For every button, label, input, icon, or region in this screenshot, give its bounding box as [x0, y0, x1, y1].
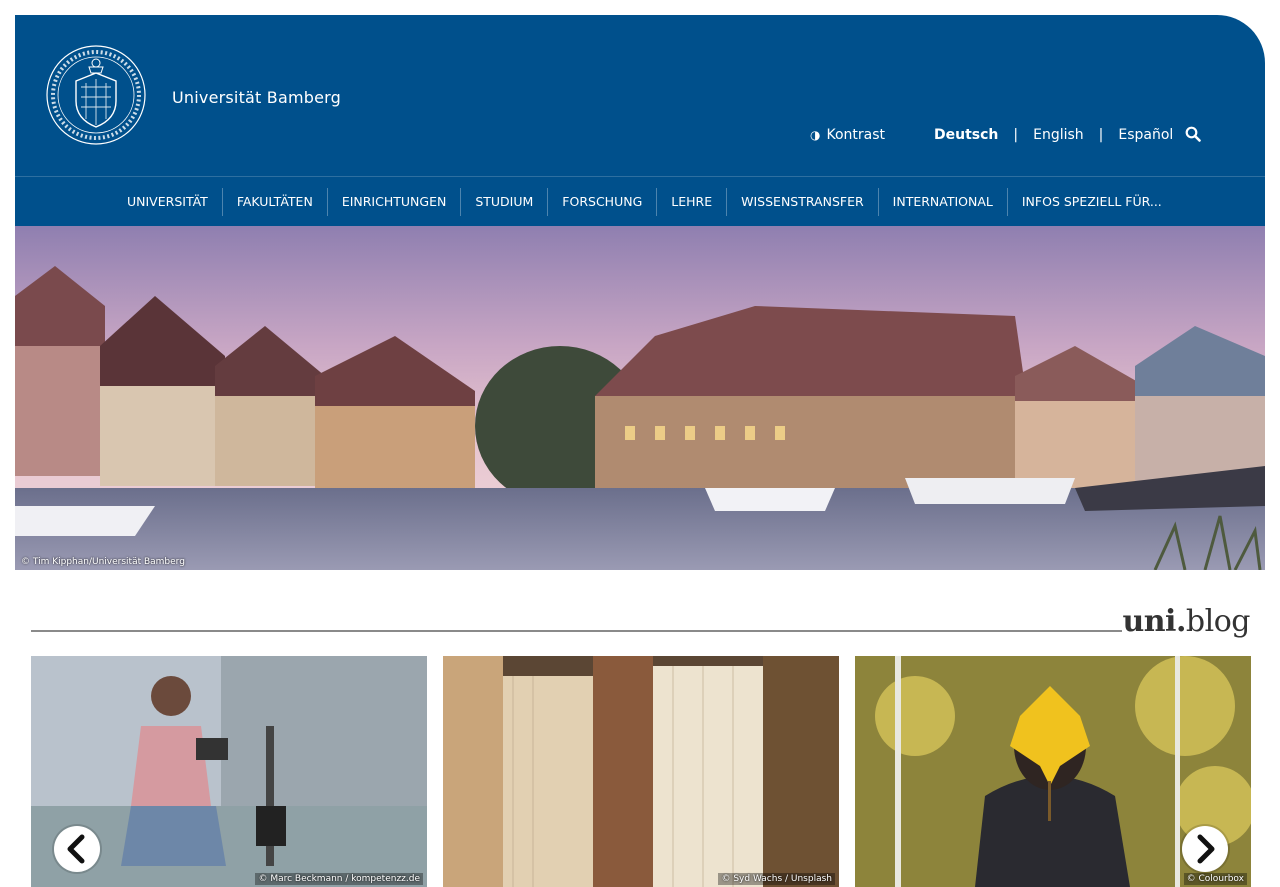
nav-item-wissenstransfer[interactable]: WISSENSTRANSFER [726, 187, 878, 216]
divider [31, 630, 1122, 632]
uni-blog-logo[interactable]: uni.blog [1122, 604, 1250, 639]
lang-deutsch[interactable]: Deutsch [934, 127, 998, 143]
lang-separator: | [1098, 127, 1104, 143]
blog-card-credit: © Syd Wachs / Unsplash [718, 873, 835, 885]
university-name[interactable]: Universität Bamberg [172, 88, 341, 107]
hero-image: © Tim Kipphan/Universität Bamberg [15, 226, 1265, 570]
nav-item-einrichtungen[interactable]: EINRICHTUNGEN [326, 187, 461, 216]
blog-card[interactable]: © Syd Wachs / Unsplash [443, 656, 839, 887]
blog-card-image [443, 656, 839, 887]
blog-card-credit: © Colourbox [1183, 873, 1247, 885]
hero-photo [15, 226, 1265, 570]
blog-logo-blog: blog [1185, 604, 1251, 639]
nav-item-fakultaeten[interactable]: FAKULTÄTEN [221, 187, 327, 216]
contrast-icon: ◑ [810, 128, 821, 142]
nav-item-infos-speziell[interactable]: INFOS SPEZIELL FÜR... [1006, 187, 1176, 216]
site-header: Universität Bamberg ◑ Kontrast Deutsch |… [15, 15, 1265, 226]
contrast-toggle[interactable]: ◑ Kontrast [810, 127, 885, 143]
nav-item-lehre[interactable]: LEHRE [656, 187, 726, 216]
blog-carousel: © Marc Beckmann / kompetenzz.de © Syd Wa… [31, 656, 1251, 887]
uni-blog-header: uni.blog [31, 604, 1251, 640]
nav-item-studium[interactable]: STUDIUM [460, 187, 547, 216]
hero-image-credit: © Tim Kipphan/Universität Bamberg [21, 557, 185, 567]
main-navigation: UNIVERSITÄT FAKULTÄTEN EINRICHTUNGEN STU… [15, 176, 1265, 226]
lang-english[interactable]: English [1033, 127, 1084, 143]
nav-item-universitaet[interactable]: UNIVERSITÄT [113, 188, 222, 216]
nav-item-international[interactable]: INTERNATIONAL [877, 187, 1007, 216]
chevron-left-icon[interactable] [54, 826, 100, 872]
nav-item-forschung[interactable]: FORSCHUNG [547, 187, 656, 216]
blog-card-credit: © Marc Beckmann / kompetenzz.de [255, 873, 423, 885]
university-seal-logo[interactable] [45, 43, 147, 147]
language-switcher: Deutsch | English | Español [934, 127, 1173, 143]
blog-logo-dot: . [1175, 604, 1186, 639]
contrast-label: Kontrast [826, 127, 886, 143]
chevron-right-icon[interactable] [1182, 826, 1228, 872]
blog-logo-uni: uni [1122, 604, 1176, 639]
search-icon[interactable] [1185, 126, 1201, 142]
lang-espanol[interactable]: Español [1118, 127, 1173, 143]
lang-separator: | [1013, 127, 1019, 143]
